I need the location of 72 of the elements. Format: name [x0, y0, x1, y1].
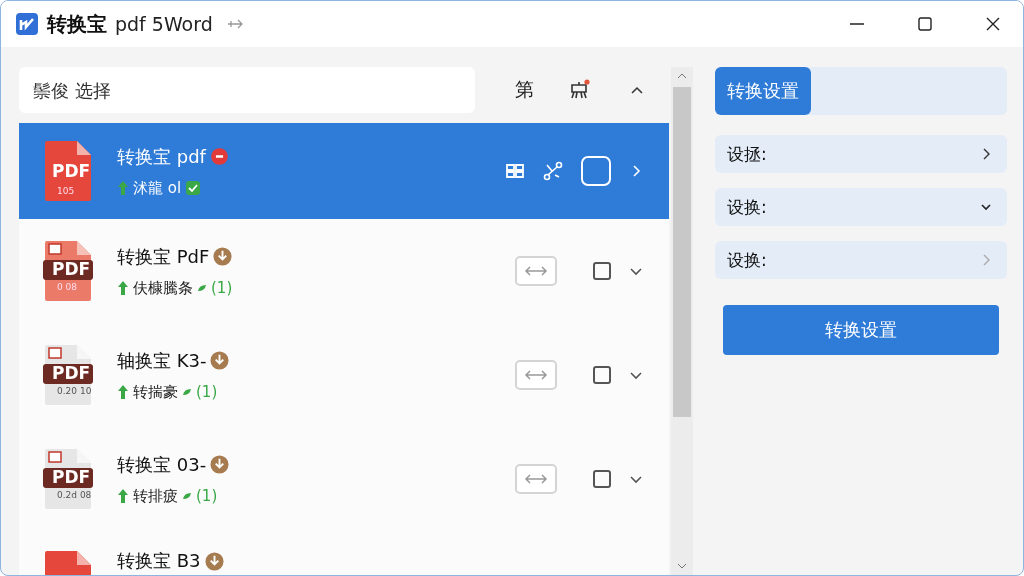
share-icon[interactable] — [543, 161, 563, 181]
convert-settings-button[interactable]: 转换设置 — [723, 305, 999, 355]
count-label: (1) — [196, 383, 218, 401]
swap-icon — [524, 369, 548, 381]
pdf-file-icon — [43, 343, 93, 407]
close-icon — [985, 16, 1001, 32]
file-type-label: PDF — [52, 259, 91, 279]
file-size: 0 08 — [57, 282, 78, 292]
upload-arrow-icon — [117, 180, 129, 196]
scroll-down-icon[interactable] — [677, 563, 687, 569]
upload-arrow-icon — [117, 280, 129, 296]
count-label: (1) — [211, 279, 233, 297]
app-name: 转换宝 — [47, 10, 107, 38]
file-name: 转换宝 03- — [117, 452, 207, 477]
status-text: 转揣豪 — [133, 382, 178, 402]
setting-label: 设拯: — [727, 142, 767, 166]
setting-label: 设换: — [727, 248, 767, 272]
file-size: 105 — [57, 186, 75, 196]
setting-row[interactable]: 设换: — [715, 188, 1007, 226]
swap-icon — [524, 473, 548, 485]
file-name: 轴换宝 K3- — [117, 348, 207, 373]
grid-icon[interactable] — [505, 161, 525, 181]
file-name: 转换宝 pdf — [117, 144, 206, 169]
pdf-file-icon — [43, 447, 93, 511]
status-text: 沭龍 ol — [133, 178, 182, 198]
download-icon — [213, 247, 233, 266]
file-type-label: PDF — [52, 161, 91, 181]
pdf-file-icon — [43, 139, 93, 203]
file-row[interactable]: PDF 0.20 10 轴换宝 K3- 转揣豪 (1) — [19, 323, 669, 427]
checkbox[interactable] — [593, 262, 611, 280]
file-name: 转换宝 B3 — [117, 549, 201, 573]
scrollbar[interactable] — [671, 67, 693, 575]
file-row[interactable]: PDF 0 08 转换宝 PdF 伕槺騰条 (1) — [19, 219, 669, 323]
collapse-icon[interactable] — [630, 85, 644, 95]
upload-arrow-icon — [117, 384, 129, 400]
pdf-file-icon — [43, 239, 93, 303]
file-size: 0.20 10 — [57, 386, 92, 396]
download-icon — [204, 551, 224, 571]
scroll-up-icon[interactable] — [677, 73, 687, 79]
checkbox[interactable] — [593, 470, 611, 488]
file-name: 转换宝 PdF — [117, 244, 210, 269]
swap-icon — [524, 265, 548, 277]
settings-tab[interactable]: 转换设置 — [715, 67, 811, 115]
download-icon — [210, 351, 230, 370]
setting-row[interactable]: 设拯: — [715, 135, 1007, 173]
app-logo-icon — [15, 12, 39, 36]
file-row[interactable]: PDF 0.2d 08 转换宝 03- 转排疲 (1) — [19, 427, 669, 531]
file-size: 0.2d 08 — [57, 490, 92, 500]
file-type-label: PDF — [52, 363, 91, 383]
upload-arrow-icon — [117, 488, 129, 504]
download-icon — [210, 455, 230, 474]
file-row[interactable]: PDF 105 转换宝 pdf 沭龍 ol — [19, 123, 669, 219]
count-label: (1) — [196, 487, 218, 505]
file-row[interactable]: 转换宝 B3 — [19, 531, 669, 575]
checkbox[interactable] — [593, 366, 611, 384]
window-title: pdf 5Word — [115, 13, 213, 35]
status-text: 转排疲 — [133, 486, 178, 506]
check-badge-icon — [185, 180, 202, 196]
status-badge-icon — [209, 147, 229, 166]
toolbar-label[interactable]: 第 — [515, 77, 534, 103]
minimize-icon — [849, 23, 865, 25]
file-type-label: PDF — [52, 467, 91, 487]
leaf-icon — [197, 283, 207, 293]
arrow-icon — [226, 18, 245, 30]
scrollbar-thumb[interactable] — [673, 87, 691, 417]
maximize-icon — [917, 16, 933, 32]
leaf-icon — [182, 387, 192, 397]
search-field[interactable]: 鬃俊 选择 — [19, 67, 475, 113]
status-text: 伕槺騰条 — [133, 278, 193, 298]
easel-icon[interactable] — [568, 79, 590, 101]
setting-label: 设换: — [727, 195, 767, 219]
leaf-icon — [182, 491, 192, 501]
